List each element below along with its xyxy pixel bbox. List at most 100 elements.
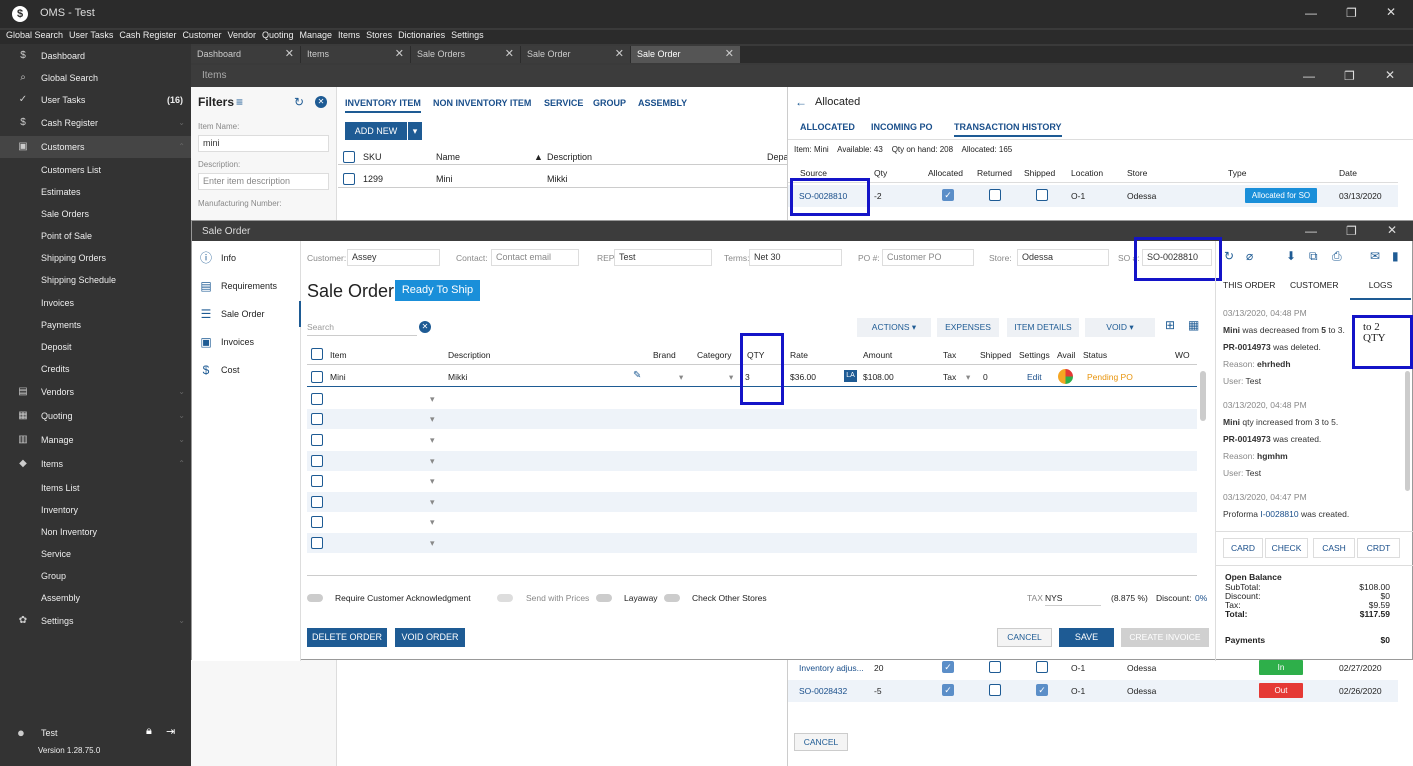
- add-new-dropdown-icon[interactable]: ▾: [408, 122, 422, 140]
- sidebar-item-items-list[interactable]: Items List: [0, 477, 191, 499]
- chevron-down-icon[interactable]: ▾: [679, 372, 683, 383]
- row-checkbox[interactable]: [311, 475, 323, 487]
- sidebar-item-customers-list[interactable]: Customers List: [0, 159, 191, 181]
- terms-select[interactable]: Net 30: [749, 249, 842, 266]
- logs-scrollbar[interactable]: [1405, 371, 1410, 491]
- print-icon[interactable]: ⎙: [1332, 249, 1342, 264]
- customer-input[interactable]: Assey: [347, 249, 440, 266]
- sidebar-item-user-tasks[interactable]: ✓ User Tasks (16): [0, 89, 191, 111]
- sidebar-item-deposit[interactable]: Deposit: [0, 336, 191, 358]
- item-name-input[interactable]: mini: [198, 135, 329, 152]
- tab-service[interactable]: SERVICE: [544, 98, 583, 108]
- add-new-button[interactable]: ADD NEW: [345, 122, 407, 140]
- empty-row[interactable]: ▾: [307, 409, 1197, 429]
- tab-items[interactable]: Items ✕: [301, 46, 411, 63]
- sidebar-item-manage[interactable]: ▥ Manage ⌄: [0, 429, 191, 451]
- sidebar-item-credits[interactable]: Credits: [0, 358, 191, 380]
- shipped-checkbox[interactable]: ✓: [1036, 684, 1048, 696]
- po-input[interactable]: Customer PO: [882, 249, 974, 266]
- clear-icon[interactable]: ✕: [315, 96, 327, 108]
- tab-logs[interactable]: LOGS: [1350, 280, 1411, 300]
- nav-requirements[interactable]: ▤ Requirements: [192, 273, 301, 299]
- chevron-down-icon[interactable]: ▾: [430, 414, 435, 425]
- chevron-down-icon[interactable]: ▾: [430, 517, 435, 528]
- row-checkbox[interactable]: [311, 455, 323, 467]
- close-icon[interactable]: ✕: [1385, 68, 1395, 82]
- source-link[interactable]: SO-0028432: [799, 686, 847, 696]
- returned-checkbox[interactable]: [989, 684, 1001, 696]
- close-icon[interactable]: ✕: [725, 46, 734, 63]
- sidebar-item-invoices[interactable]: Invoices: [0, 292, 191, 314]
- tab-incoming-po[interactable]: INCOMING PO: [871, 122, 933, 132]
- restore-icon[interactable]: ❐: [1344, 69, 1355, 83]
- minimize-icon[interactable]: —: [1305, 6, 1317, 20]
- menu-cash-register[interactable]: Cash Register: [119, 30, 176, 40]
- row-checkbox[interactable]: [311, 434, 323, 446]
- empty-row[interactable]: ▾: [307, 389, 1197, 409]
- allocated-checkbox[interactable]: ✓: [942, 661, 954, 673]
- table-row[interactable]: SO-0028810 -2 ✓ O-1 Odessa Allocated for…: [788, 185, 1398, 207]
- edit-icon[interactable]: ✎: [633, 370, 641, 381]
- restore-icon[interactable]: ❐: [1346, 224, 1357, 238]
- grid-scrollbar[interactable]: [1200, 371, 1206, 421]
- description-input[interactable]: Enter item description: [198, 173, 329, 190]
- row-checkbox[interactable]: [343, 173, 355, 185]
- sidebar-item-non-inventory[interactable]: Non Inventory: [0, 521, 191, 543]
- menu-stores[interactable]: Stores: [366, 30, 392, 40]
- discount-link[interactable]: 0%: [1195, 593, 1207, 603]
- lock-icon[interactable]: 🔒︎: [146, 725, 152, 738]
- tab-allocated[interactable]: ALLOCATED: [800, 122, 855, 132]
- save-button[interactable]: SAVE: [1059, 628, 1114, 647]
- chevron-down-icon[interactable]: ▾: [430, 456, 435, 467]
- close-icon[interactable]: ✕: [285, 46, 294, 63]
- shipped-checkbox[interactable]: [1036, 189, 1048, 201]
- chevron-down-icon[interactable]: ▾: [430, 394, 435, 405]
- menu-items[interactable]: Items: [338, 30, 360, 40]
- email-icon[interactable]: ✉: [1370, 249, 1380, 263]
- card-button[interactable]: CARD: [1223, 538, 1263, 558]
- empty-row[interactable]: ▾: [307, 533, 1197, 553]
- allocated-checkbox[interactable]: ✓: [942, 189, 954, 201]
- menu-vendor[interactable]: Vendor: [227, 30, 256, 40]
- sidebar-item-dashboard[interactable]: $ Dashboard: [0, 45, 191, 67]
- tax-code-select[interactable]: NYS: [1045, 590, 1101, 606]
- row-checkbox[interactable]: [311, 537, 323, 549]
- row-checkbox[interactable]: [311, 516, 323, 528]
- row-checkbox[interactable]: [311, 413, 323, 425]
- sidebar-item-items[interactable]: ◆ Items ⌃: [0, 453, 191, 475]
- delete-order-button[interactable]: DELETE ORDER: [307, 628, 387, 647]
- close-icon[interactable]: ✕: [1387, 223, 1397, 237]
- empty-row[interactable]: ▾: [307, 451, 1197, 471]
- download-icon[interactable]: ⬇: [1286, 249, 1296, 263]
- store-select[interactable]: Odessa: [1017, 249, 1109, 266]
- nav-info[interactable]: ⓘ Info: [192, 245, 301, 271]
- back-arrow-icon[interactable]: ←: [795, 95, 807, 109]
- item-details-button[interactable]: ITEM DETAILS: [1007, 318, 1079, 337]
- sidebar-item-estimates[interactable]: Estimates: [0, 181, 191, 203]
- select-all-checkbox[interactable]: [311, 348, 323, 360]
- grid-settings-icon[interactable]: ⊞: [1165, 318, 1175, 332]
- chevron-down-icon[interactable]: ▾: [430, 435, 435, 446]
- sidebar-item-inventory[interactable]: Inventory: [0, 499, 191, 521]
- toggle-switch[interactable]: [497, 594, 513, 602]
- tab-this-order[interactable]: THIS ORDER: [1223, 280, 1275, 290]
- cash-button[interactable]: CASH: [1313, 538, 1355, 558]
- returned-checkbox[interactable]: [989, 661, 1001, 673]
- menu-quoting[interactable]: Quoting: [262, 30, 294, 40]
- menu-customer[interactable]: Customer: [182, 30, 221, 40]
- sidebar-item-customers[interactable]: ▣ Customers ⌃: [0, 136, 191, 158]
- sidebar-item-service[interactable]: Service: [0, 543, 191, 565]
- toggle-switch[interactable]: [596, 594, 612, 602]
- sidebar-item-point-of-sale[interactable]: Point of Sale: [0, 225, 191, 247]
- minimize-icon[interactable]: —: [1305, 224, 1317, 238]
- sidebar-item-global-search[interactable]: ⌕ Global Search: [0, 67, 191, 89]
- nav-invoices[interactable]: ▣ Invoices: [192, 329, 301, 355]
- empty-row[interactable]: ▾: [307, 492, 1197, 512]
- table-row[interactable]: SO-0028432 -5 ✓ ✓ O-1 Odessa Out 02/26/2…: [788, 680, 1398, 702]
- document-icon[interactable]: ▮: [1392, 249, 1399, 263]
- sidebar-item-cash-register[interactable]: $ Cash Register ⌄: [0, 112, 191, 134]
- menu-manage[interactable]: Manage: [300, 30, 333, 40]
- tab-sale-orders[interactable]: Sale Orders ✕: [411, 46, 521, 63]
- close-icon[interactable]: ✕: [1386, 5, 1396, 19]
- filter-icon[interactable]: ≡: [236, 95, 243, 109]
